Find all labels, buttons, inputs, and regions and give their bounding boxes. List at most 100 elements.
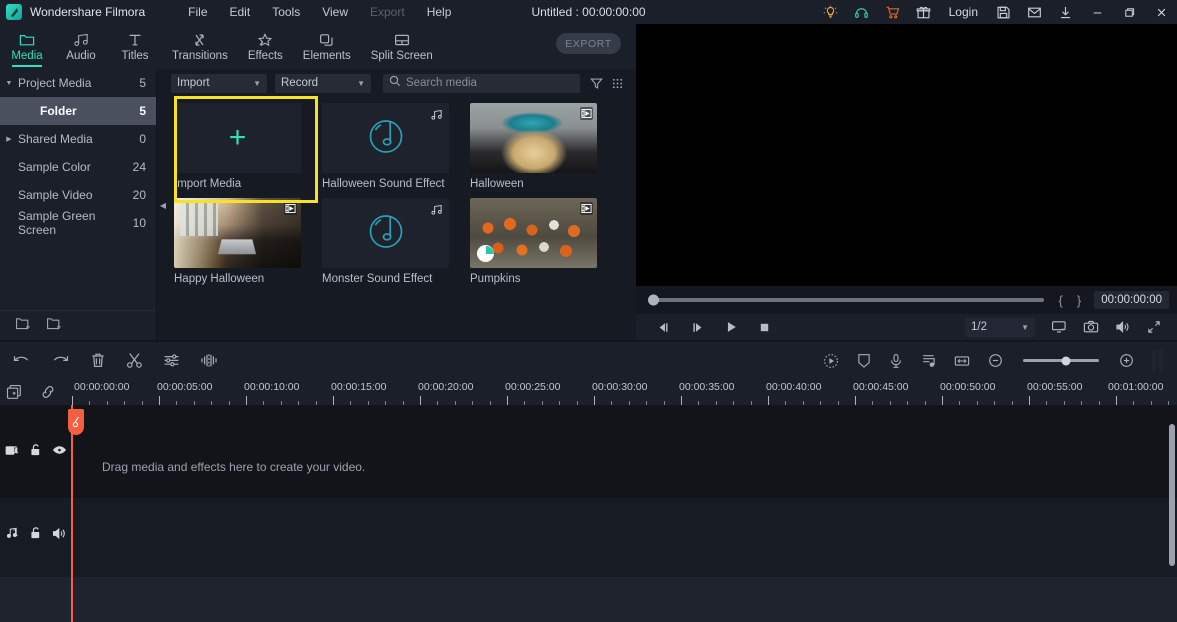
media-item-happy-halloween[interactable]: Happy Halloween (174, 198, 312, 285)
crop-shield-icon[interactable] (857, 353, 871, 369)
media-item-import[interactable]: + Import Media (174, 103, 312, 190)
tab-effects[interactable]: Effects (238, 24, 293, 69)
media-thumb[interactable] (470, 103, 597, 173)
ruler-major-tick (507, 396, 508, 405)
minimize-button[interactable] (1081, 0, 1113, 24)
media-thumb[interactable] (470, 198, 597, 268)
media-item-halloween-sound-effect[interactable]: Halloween Sound Effect (322, 103, 460, 190)
volume-button[interactable] (1115, 320, 1131, 334)
menu-file[interactable]: File (177, 2, 218, 22)
sidebar-item-label: Sample Color (18, 160, 91, 174)
render-preview-button[interactable] (1051, 320, 1067, 334)
media-thumb[interactable] (174, 198, 301, 268)
fullscreen-button[interactable] (1147, 320, 1161, 334)
menu-help[interactable]: Help (416, 2, 463, 22)
new-folder-icon[interactable] (15, 316, 32, 336)
record-dropdown[interactable]: Record ▼ (275, 73, 371, 93)
headphone-support-icon[interactable] (846, 0, 877, 24)
record-voiceover-icon[interactable] (823, 353, 839, 369)
seek-slider[interactable] (648, 294, 1044, 306)
add-track-icon[interactable] (6, 384, 22, 400)
ruler-major-tick (1029, 396, 1030, 405)
timeline-vertical-scrollbar[interactable] (1169, 424, 1175, 566)
zoom-out-icon[interactable] (988, 353, 1003, 368)
sidebar-item-folder[interactable]: Folder 5 (0, 97, 156, 125)
export-button[interactable]: EXPORT (556, 33, 621, 54)
collapse-left-icon[interactable]: ◀ (157, 198, 169, 212)
tab-transitions[interactable]: Transitions (162, 24, 238, 69)
media-item-halloween[interactable]: Halloween (470, 103, 608, 190)
sidebar-item-sample-color[interactable]: Sample Color 24 (0, 153, 156, 181)
pause-bars-icon[interactable] (1152, 349, 1163, 372)
search-input[interactable] (406, 77, 574, 89)
mark-in-button[interactable]: { (1052, 293, 1070, 308)
sidebar-item-sample-green-screen[interactable]: Sample Green Screen 10 (0, 209, 156, 237)
media-thumb[interactable] (322, 103, 449, 173)
maximize-button[interactable] (1113, 0, 1145, 24)
stop-button[interactable] (758, 321, 771, 334)
grid-view-icon[interactable] (611, 77, 624, 90)
menu-edit[interactable]: Edit (219, 2, 262, 22)
media-thumb[interactable] (322, 198, 449, 268)
mail-icon[interactable] (1019, 0, 1050, 24)
mark-out-button[interactable]: } (1070, 293, 1088, 308)
video-track-1[interactable]: 1 Drag media and effects here to create … (0, 405, 1177, 498)
seek-knob[interactable] (648, 294, 659, 306)
preview-quality-dropdown[interactable]: 1/2 ▼ (965, 317, 1035, 337)
tab-audio[interactable]: Audio (54, 24, 108, 69)
next-frame-button[interactable] (690, 321, 705, 334)
split-scissors-icon[interactable] (126, 352, 143, 369)
import-media-thumb[interactable]: + (174, 103, 301, 173)
search-media-box[interactable] (383, 73, 580, 93)
shopping-cart-icon[interactable] (877, 0, 908, 24)
chevron-right-icon: ▶ (6, 136, 12, 143)
timeline-empty-area[interactable] (0, 577, 1177, 622)
playhead-handle[interactable] (68, 409, 84, 435)
tab-elements[interactable]: Elements (293, 24, 361, 69)
timeline-ruler[interactable]: 00:00:00:00 00:00:05:00 00:00:10:00 00:0… (71, 379, 1177, 405)
link-clips-icon[interactable] (40, 384, 56, 400)
menu-view[interactable]: View (311, 2, 359, 22)
play-button[interactable] (724, 320, 739, 334)
redo-icon[interactable] (51, 353, 70, 369)
sidebar-item-project-media[interactable]: ▼ Project Media 5 (0, 69, 156, 97)
audio-waveform-icon[interactable] (200, 353, 218, 368)
undo-icon[interactable] (12, 353, 31, 369)
filter-funnel-icon[interactable] (590, 77, 603, 90)
snapshot-button[interactable] (1083, 320, 1099, 334)
ruler-label: 00:00:45:00 (853, 381, 909, 393)
media-item-pumpkins[interactable]: Pumpkins (470, 198, 608, 285)
tab-split-screen[interactable]: Split Screen (361, 24, 443, 69)
media-item-monster-sound-effect[interactable]: Monster Sound Effect (322, 198, 460, 285)
microphone-icon[interactable] (889, 353, 903, 369)
tab-media[interactable]: Media (0, 24, 54, 69)
zoom-in-icon[interactable] (1119, 353, 1134, 368)
previous-frame-button[interactable] (656, 321, 671, 334)
sidebar-item-shared-media[interactable]: ▶ Shared Media 0 (0, 125, 156, 153)
timeline-toolbar (0, 341, 1177, 379)
gift-icon[interactable] (908, 0, 939, 24)
speaker-icon[interactable] (47, 527, 71, 540)
close-button[interactable] (1145, 0, 1177, 24)
tab-titles[interactable]: Titles (108, 24, 162, 69)
download-icon[interactable] (1050, 0, 1081, 24)
adjust-sliders-icon[interactable] (163, 353, 180, 368)
lightbulb-icon[interactable] (815, 0, 846, 24)
eye-icon[interactable] (47, 444, 71, 456)
unlock-icon[interactable] (24, 526, 48, 540)
markers-icon[interactable] (921, 353, 936, 369)
sidebar-item-count: 10 (132, 216, 146, 230)
timeline-zoom-slider[interactable] (1023, 356, 1099, 365)
remove-folder-icon[interactable] (46, 316, 63, 336)
login-button[interactable]: Login (939, 0, 988, 24)
media-item-label: Halloween (470, 178, 524, 190)
menu-tools[interactable]: Tools (261, 2, 311, 22)
import-dropdown[interactable]: Import ▼ (171, 73, 267, 93)
delete-icon[interactable] (90, 352, 106, 369)
save-icon[interactable] (988, 0, 1019, 24)
zoom-slider-knob[interactable] (1061, 356, 1071, 365)
fit-timeline-icon[interactable] (954, 354, 970, 368)
unlock-icon[interactable] (24, 443, 48, 457)
audio-track-1[interactable]: 1 (0, 498, 1177, 577)
sidebar-item-sample-video[interactable]: Sample Video 20 (0, 181, 156, 209)
